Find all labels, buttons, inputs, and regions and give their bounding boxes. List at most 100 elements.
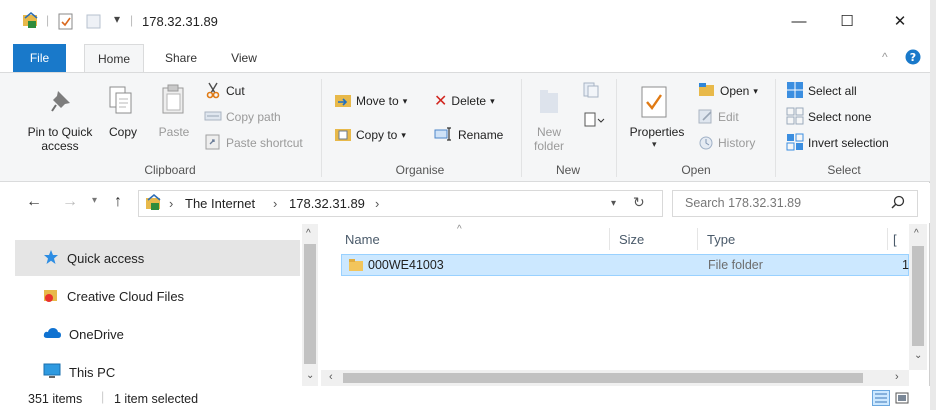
scissors-icon — [204, 81, 222, 102]
open-folder-icon — [698, 82, 716, 100]
properties-button[interactable]: Properties — [624, 125, 690, 139]
scroll-up-icon[interactable]: ^ — [914, 228, 919, 239]
ribbon-separator — [521, 79, 522, 177]
scroll-left-icon[interactable]: ‹ — [329, 371, 333, 383]
column-divider[interactable] — [609, 228, 610, 250]
search-input[interactable]: Search 178.32.31.89 — [672, 190, 918, 217]
nav-item-quick-access[interactable]: Quick access — [15, 240, 300, 276]
nav-label-onedrive: OneDrive — [69, 326, 124, 342]
star-icon — [43, 249, 59, 268]
cut-button[interactable]: Cut — [204, 81, 245, 101]
forward-arrow-icon[interactable]: → — [62, 193, 78, 211]
paste-button[interactable]: Paste — [155, 125, 193, 139]
copy-to-label: Copy to — [356, 128, 398, 142]
breadcrumb-current[interactable]: 178.32.31.89 — [289, 196, 365, 211]
move-to-label: Move to — [356, 94, 399, 108]
tab-home[interactable]: Home — [84, 44, 144, 73]
status-selected: 1 item selected — [114, 392, 199, 406]
delete-button[interactable]: ✕ Delete ▾ — [434, 91, 495, 111]
chevron-down-icon: ▾ — [490, 95, 495, 106]
navigation-bar: ← → ▾ ↑ › The Internet › 178.32.31.89 › … — [0, 183, 930, 223]
large-icons-view-icon[interactable] — [894, 390, 910, 409]
nav-pane-scroll-thumb[interactable] — [304, 244, 316, 364]
pin-label-line1: Pin to Quick — [27, 125, 93, 139]
nav-label-quick-access: Quick access — [67, 250, 145, 266]
up-arrow-icon[interactable]: ↑ — [114, 193, 122, 211]
column-header-name[interactable]: Name — [345, 232, 380, 247]
file-list: ^ Name Size Type [ 000WE41003 File folde… — [321, 224, 929, 386]
nav-item-this-pc[interactable]: This PC — [43, 354, 327, 390]
paste-shortcut-label: Paste shortcut — [226, 136, 303, 150]
column-header-type[interactable]: Type — [707, 232, 735, 247]
copy-button[interactable]: Copy — [104, 125, 142, 139]
column-header-size[interactable]: Size — [619, 232, 644, 247]
copy-to-button[interactable]: Copy to ▾ — [334, 125, 406, 145]
properties-dropdown-icon[interactable]: ▾ — [652, 139, 657, 150]
help-icon[interactable]: ? — [905, 49, 921, 68]
back-arrow-icon[interactable]: ← — [26, 193, 42, 211]
new-folder-quick-icon[interactable] — [86, 12, 102, 33]
select-all-button[interactable]: Select all — [786, 81, 857, 101]
status-separator: | — [101, 390, 105, 404]
move-to-button[interactable]: Move to ▾ — [334, 91, 407, 111]
breadcrumb-separator-icon[interactable]: › — [273, 196, 277, 211]
breadcrumb-separator-icon[interactable]: › — [375, 196, 379, 211]
title-separator-2: | — [130, 13, 134, 27]
chevron-down-icon: ▾ — [753, 85, 758, 96]
edit-button[interactable]: Edit — [698, 107, 739, 127]
column-divider[interactable] — [887, 228, 888, 250]
scroll-right-icon[interactable]: › — [895, 371, 899, 383]
delete-label: Delete — [451, 94, 487, 108]
tab-file[interactable]: File — [13, 44, 66, 72]
pin-label-line2: access — [41, 139, 79, 153]
paste-shortcut-button[interactable]: Paste shortcut — [204, 133, 303, 153]
ribbon-separator — [775, 79, 776, 177]
search-placeholder: Search 178.32.31.89 — [685, 196, 802, 210]
nav-item-creative-cloud[interactable]: Creative Cloud Files — [43, 278, 327, 314]
copy-path-button[interactable]: Copy path — [204, 107, 281, 127]
details-view-icon[interactable] — [872, 390, 890, 409]
scroll-down-icon[interactable]: ⌄ — [914, 350, 922, 361]
file-name: 000WE41003 — [368, 258, 444, 272]
invert-selection-label: Invert selection — [808, 136, 889, 150]
customize-quick-access-icon[interactable]: ▾ — [114, 12, 120, 26]
scroll-up-icon[interactable]: ^ — [306, 228, 311, 239]
column-header-extra[interactable]: [ — [893, 232, 897, 247]
pin-to-quick-access-button[interactable]: Pin to Quick access — [20, 125, 100, 153]
scroll-down-icon[interactable]: ⌄ — [306, 370, 314, 381]
invert-selection-icon — [786, 133, 804, 154]
tab-share[interactable]: Share — [155, 44, 207, 72]
open-label: Open — [720, 84, 750, 98]
rename-label: Rename — [458, 128, 504, 142]
ribbon-separator — [616, 79, 617, 177]
file-list-scroll-thumb[interactable] — [912, 246, 924, 346]
minimize-button[interactable]: — — [788, 10, 810, 32]
address-history-icon[interactable]: ▾ — [611, 198, 616, 209]
open-button[interactable]: Open ▾ — [698, 81, 758, 101]
tab-view[interactable]: View — [218, 44, 270, 72]
rename-button[interactable]: Rename — [434, 125, 503, 145]
horizontal-scroll-thumb[interactable] — [343, 373, 863, 383]
column-divider[interactable] — [697, 228, 698, 250]
new-item-icon[interactable] — [582, 81, 604, 102]
new-folder-button[interactable]: New folder — [526, 125, 572, 153]
table-row[interactable]: 000WE41003 File folder 1 — [341, 254, 909, 276]
recent-locations-icon[interactable]: ▾ — [92, 195, 97, 206]
history-button[interactable]: History — [698, 133, 755, 153]
breadcrumb-separator-icon[interactable]: › — [169, 196, 173, 211]
invert-selection-button[interactable]: Invert selection — [786, 133, 889, 153]
maximize-button[interactable]: ☐ — [836, 10, 858, 32]
select-none-button[interactable]: Select none — [786, 107, 871, 127]
search-icon — [891, 195, 905, 212]
nav-item-onedrive[interactable]: OneDrive — [43, 316, 327, 352]
status-item-count: 351 items — [28, 392, 83, 406]
creative-cloud-icon — [43, 287, 59, 306]
address-bar[interactable]: › The Internet › 178.32.31.89 › ▾ ↻ — [138, 190, 663, 217]
properties-quick-icon[interactable] — [58, 12, 74, 33]
collapse-ribbon-icon[interactable]: ^ — [882, 50, 888, 64]
breadcrumb-the-internet[interactable]: The Internet — [185, 196, 255, 211]
refresh-icon[interactable]: ↻ — [633, 194, 645, 211]
cut-label: Cut — [226, 84, 245, 98]
close-button[interactable]: ✕ — [889, 10, 911, 32]
easy-access-icon[interactable] — [582, 111, 606, 132]
